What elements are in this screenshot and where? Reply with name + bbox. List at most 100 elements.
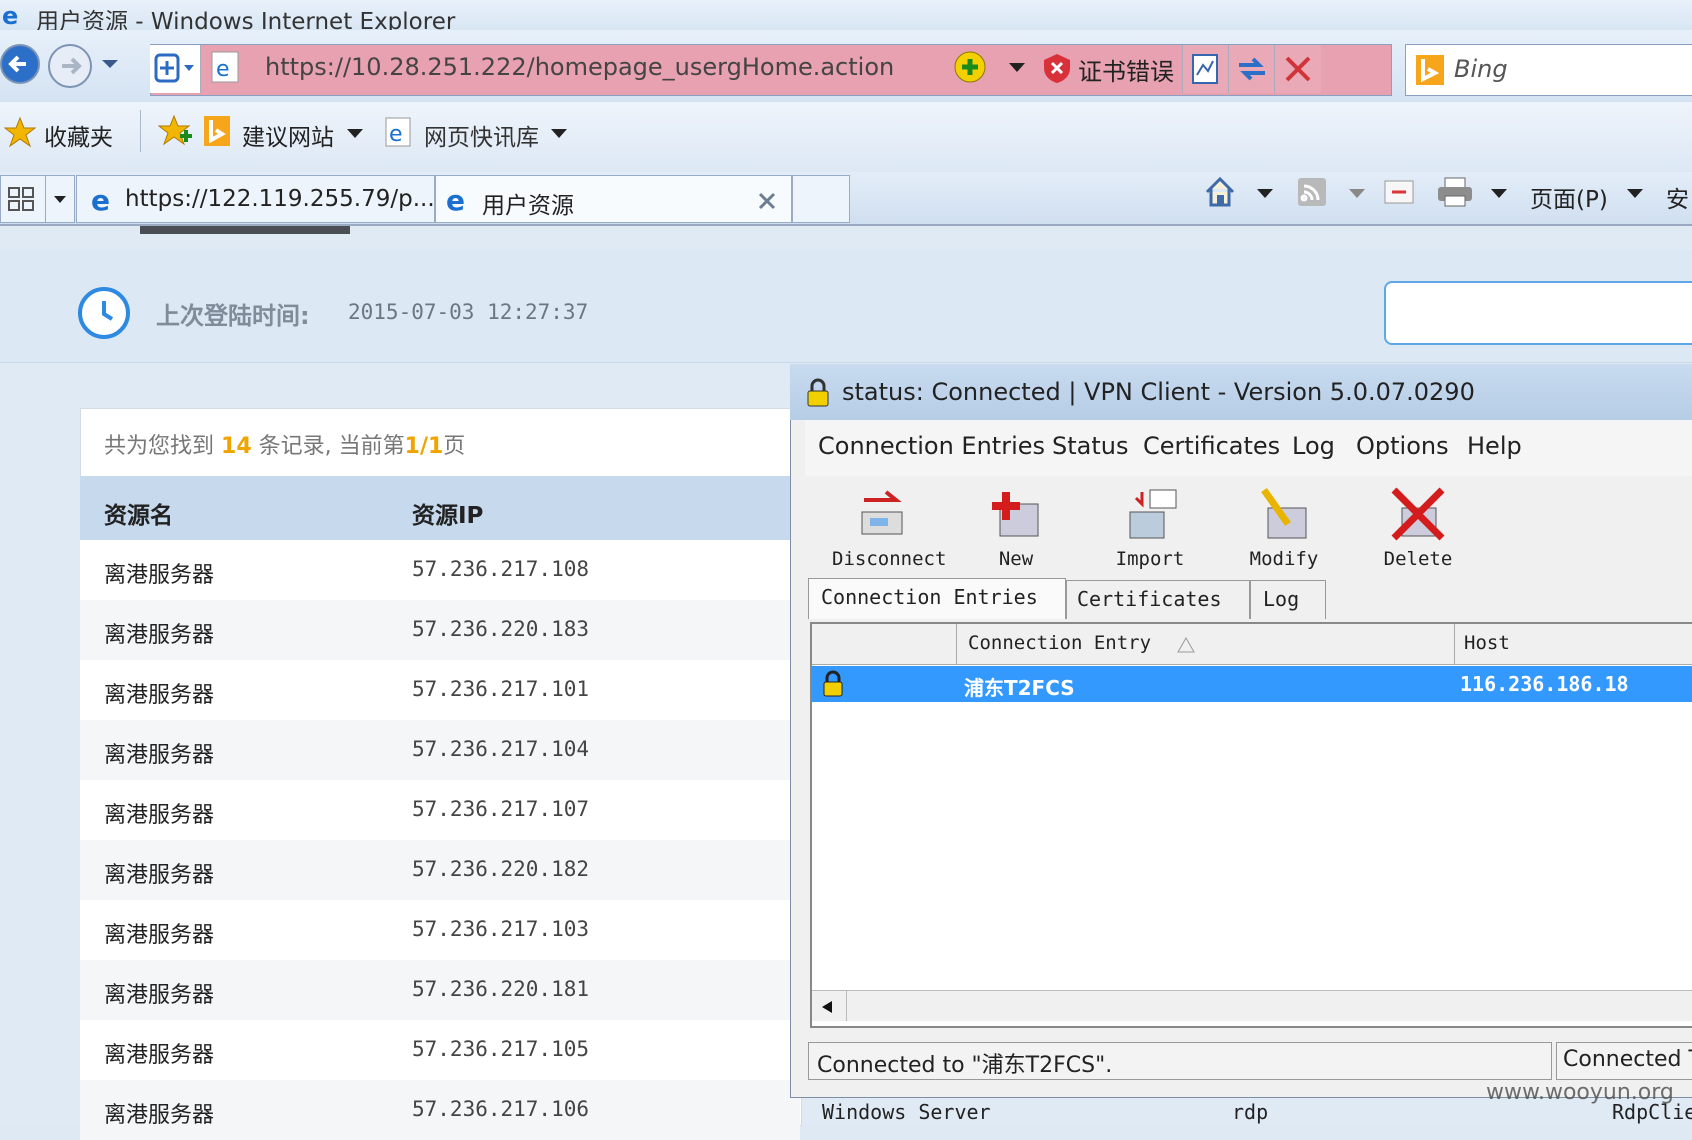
menu-certificates[interactable]: Certificates (1143, 432, 1280, 460)
resource-ip: 57.236.217.107 (412, 797, 590, 821)
status-left-text: Connected to "浦东T2FCS". (817, 1053, 1113, 1078)
svg-text:e: e (216, 57, 230, 82)
bg-row-protocol: rdp (1232, 1100, 1269, 1124)
records-count: 14 (221, 434, 252, 459)
tab-1[interactable]: e https://122.119.255.79/p... (76, 175, 435, 223)
table-row[interactable]: 离港服务器 57.236.217.103 (80, 900, 800, 960)
quick-tabs-button[interactable] (0, 175, 46, 223)
table-row[interactable]: 离港服务器 57.236.220.181 (80, 960, 800, 1020)
go-icon[interactable] (953, 50, 987, 84)
vpn-titlebar: status: Connected | VPN Client - Version… (790, 364, 1692, 420)
new-tab-button[interactable] (792, 175, 850, 223)
table-row[interactable]: 离港服务器 57.236.217.108 (80, 540, 800, 600)
mail-icon[interactable] (1384, 180, 1414, 204)
page-top-strip (140, 226, 350, 234)
tab-connection-entries-label: Connection Entries (821, 585, 1038, 609)
forward-button[interactable] (48, 44, 92, 88)
tab-2-active[interactable]: e 用户资源 (435, 175, 792, 223)
table-row[interactable]: 离港服务器 57.236.220.182 (80, 840, 800, 900)
status-right-text: Connected T (1563, 1047, 1692, 1072)
resource-name: 离港服务器 (104, 923, 215, 948)
column-header-name: 资源名 (104, 503, 173, 529)
page-ie-icon: e (211, 51, 239, 83)
disconnect-button[interactable]: Disconnect (832, 486, 946, 570)
horizontal-scrollbar[interactable] (812, 990, 1692, 1021)
last-login-value: 2015-07-03 12:27:37 (348, 300, 589, 324)
resource-name: 离港服务器 (104, 1103, 215, 1128)
clock-icon (78, 287, 130, 339)
ie-tab-icon: e (91, 184, 110, 216)
column-connection-entry[interactable]: Connection Entry (968, 632, 1151, 654)
shield-plus-icon (154, 53, 194, 83)
cert-error-label[interactable]: 证书错误 (1078, 52, 1174, 87)
records-summary: 共为您找到 14 条记录, 当前第1/1页 (104, 428, 465, 460)
close-tab-icon[interactable] (756, 190, 778, 212)
favorites-label: 收藏夹 (44, 125, 113, 151)
table-row[interactable]: 离港服务器 57.236.217.107 (80, 780, 800, 840)
history-dropdown-icon[interactable] (100, 58, 120, 72)
home-icon[interactable] (1203, 174, 1237, 208)
print-icon[interactable] (1436, 176, 1474, 208)
menu-log[interactable]: Log (1292, 432, 1335, 460)
tab-connection-entries[interactable]: Connection Entries (808, 578, 1066, 619)
column-divider (956, 624, 957, 664)
menu-status[interactable]: Status (1052, 432, 1128, 460)
tab-log[interactable]: Log (1250, 580, 1326, 619)
compatibility-view-button[interactable] (1182, 45, 1229, 93)
resource-ip: 57.236.220.182 (412, 857, 590, 881)
chevron-down-icon[interactable] (1490, 188, 1508, 200)
table-row[interactable]: 离港服务器 57.236.217.105 (80, 1020, 800, 1080)
svg-text:e: e (91, 184, 110, 216)
address-url[interactable]: https://10.28.251.222/homepage_usergHome… (265, 53, 894, 81)
chevron-down-icon[interactable] (1256, 188, 1274, 200)
stop-button[interactable] (1274, 45, 1321, 93)
compat-button[interactable] (150, 45, 201, 93)
scroll-divider (846, 991, 847, 1021)
chevron-down-icon (551, 129, 567, 138)
import-label: Import (1115, 548, 1185, 570)
column-host[interactable]: Host (1464, 632, 1510, 654)
table-row[interactable]: 离港服务器 57.236.220.183 (80, 600, 800, 660)
menu-help[interactable]: Help (1467, 432, 1522, 460)
chevron-down-icon[interactable] (1348, 188, 1366, 200)
scroll-left-icon[interactable] (820, 999, 834, 1015)
modify-button[interactable]: Modify (1234, 486, 1334, 570)
feeds-icon[interactable] (1298, 178, 1326, 206)
entry-host: 116.236.186.18 (1460, 672, 1629, 696)
disconnect-icon (861, 490, 903, 535)
import-button[interactable]: Import (1100, 486, 1200, 570)
resource-ip: 57.236.217.101 (412, 677, 590, 701)
site-search-input[interactable] (1384, 281, 1692, 345)
menu-connection-entries[interactable]: Connection Entries (818, 432, 1045, 460)
table-row[interactable]: 离港服务器 57.236.217.104 (80, 720, 800, 780)
url-dropdown-icon[interactable] (1008, 62, 1026, 74)
table-row[interactable]: 离港服务器 57.236.217.101 (80, 660, 800, 720)
new-button[interactable]: New (966, 486, 1066, 570)
new-entry-icon (992, 492, 1039, 537)
add-favorite-icon[interactable] (158, 114, 194, 148)
menu-options[interactable]: Options (1356, 432, 1449, 460)
import-icon (1129, 489, 1177, 539)
delete-button[interactable]: Delete (1368, 486, 1468, 570)
cert-error-shield-icon[interactable] (1042, 52, 1072, 84)
web-slice-gallery-button[interactable]: e 网页快讯库 (384, 112, 574, 152)
search-box[interactable]: Bing (1405, 44, 1692, 96)
watermark: www.wooyun.org (1486, 1080, 1674, 1105)
page-menu-button[interactable]: 页面(P) (1530, 176, 1650, 213)
tab-certificates[interactable]: Certificates (1066, 580, 1250, 619)
column-header-ip: 资源IP (412, 503, 484, 529)
suggested-sites-button[interactable]: 建议网站 (204, 112, 374, 152)
back-button[interactable] (0, 44, 40, 84)
lock-connected-icon (823, 670, 843, 697)
bing-icon (204, 116, 230, 146)
tab-list-button[interactable] (45, 175, 75, 223)
connection-entry-row-selected[interactable]: 浦东T2FCS 116.236.186.18 (812, 666, 1692, 702)
chevron-down-icon (347, 129, 363, 138)
chevron-down-icon (54, 196, 66, 203)
refresh-button[interactable] (1228, 45, 1275, 93)
safety-menu-label[interactable]: 安 (1666, 180, 1689, 214)
table-row[interactable]: 离港服务器 57.236.217.106 (80, 1080, 800, 1140)
records-prefix: 共为您找到 (104, 434, 215, 459)
compat-view-icon (1192, 54, 1218, 84)
svg-text:e: e (446, 184, 465, 216)
